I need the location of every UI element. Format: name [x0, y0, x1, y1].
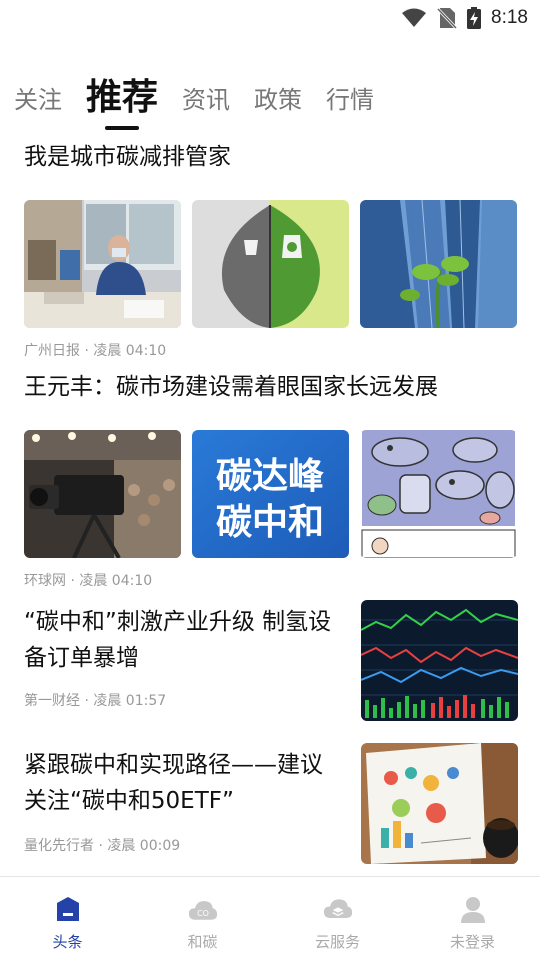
nav-label: 头条: [52, 933, 83, 951]
cloud-layers-icon: [323, 899, 352, 918]
article-meta: 广州日报 · 凌晨 04:10: [24, 343, 167, 359]
nav-label: 和碳: [187, 933, 218, 951]
status-bar: 8:18: [0, 0, 540, 36]
nav-profile[interactable]: 未登录: [405, 877, 540, 960]
tab-follow[interactable]: 关注: [14, 88, 62, 130]
article-meta: 环球网 · 凌晨 04:10: [24, 573, 153, 589]
carbon-peak-neutral-graphic: 碳达峰 碳中和: [192, 430, 349, 558]
tab-policy[interactable]: 政策: [254, 88, 302, 130]
nav-headlines[interactable]: 头条: [0, 877, 135, 960]
article-title: 王元丰：碳市场建设需着眼国家长远发展: [24, 374, 438, 400]
article-meta: 第一财经 · 凌晨 01:57: [24, 693, 167, 709]
co2-cloud-icon: CO: [188, 901, 217, 920]
nav-label: 云服务: [314, 933, 360, 951]
article-card[interactable]: 我是城市碳减排管家 广州日报 · 凌晨 04:10: [24, 142, 518, 359]
article-card[interactable]: 紧跟碳中和实现路径——建议关注“碳中和50ETF” 量化先行者 · 凌晨 00:…: [24, 743, 518, 865]
article-images: 碳达峰 碳中和: [24, 430, 518, 558]
article-meta: 量化先行者 · 凌晨 00:09: [24, 838, 181, 854]
category-tabs: 关注 推荐 资讯 政策 行情: [14, 66, 398, 130]
clock: 8:18: [491, 7, 528, 28]
news-feed[interactable]: 我是城市碳减排管家 广州日报 · 凌晨 04:10 王元丰：碳市场建设需着眼国家…: [0, 130, 540, 875]
bottom-navigation: 头条 CO 和碳 云服务 未登录: [0, 876, 540, 960]
article-images: [24, 200, 518, 328]
svg-text:CO: CO: [197, 909, 209, 918]
battery-charging-icon: [467, 7, 482, 29]
nav-carbon[interactable]: CO 和碳: [135, 877, 270, 960]
skyscrapers-with-sprout-photo: [360, 200, 517, 328]
tv-camera-conference-photo: [24, 430, 181, 558]
user-icon: [460, 897, 485, 923]
headline-icon: [56, 897, 79, 921]
article-card[interactable]: 王元丰：碳市场建设需着眼国家长远发展 碳达峰 碳中和 环球网 · 凌晨 04:1…: [24, 372, 518, 589]
nav-cloud-services[interactable]: 云服务: [270, 877, 405, 960]
status-icons: 8:18: [401, 6, 528, 30]
notebook-infographic-coffee-photo: [361, 743, 518, 864]
graphic-line-2: 碳中和: [216, 502, 324, 543]
man-working-at-desk-photo: [24, 200, 181, 328]
nav-label: 未登录: [449, 933, 495, 951]
tab-market[interactable]: 行情: [326, 88, 374, 130]
graphic-line-1: 碳达峰: [216, 456, 324, 497]
half-dead-half-green-leaf-photo: [192, 200, 349, 328]
tab-news[interactable]: 资讯: [182, 88, 230, 130]
article-title: “碳中和”刺激产业升级 制氢设备订单暴增: [24, 609, 332, 671]
article-title: 紧跟碳中和实现路径——建议关注“碳中和50ETF”: [24, 752, 323, 814]
article-card[interactable]: “碳中和”刺激产业升级 制氢设备订单暴增 第一财经 · 凌晨 01:57: [24, 600, 518, 722]
article-title: 我是城市碳减排管家: [24, 144, 231, 170]
no-sim-icon: [437, 7, 458, 29]
stock-market-chart-screen-photo: [361, 600, 518, 721]
wifi-icon: [401, 8, 427, 28]
tab-recommended[interactable]: 推荐: [86, 80, 158, 130]
cartoon-fish-illustration: [360, 430, 517, 558]
